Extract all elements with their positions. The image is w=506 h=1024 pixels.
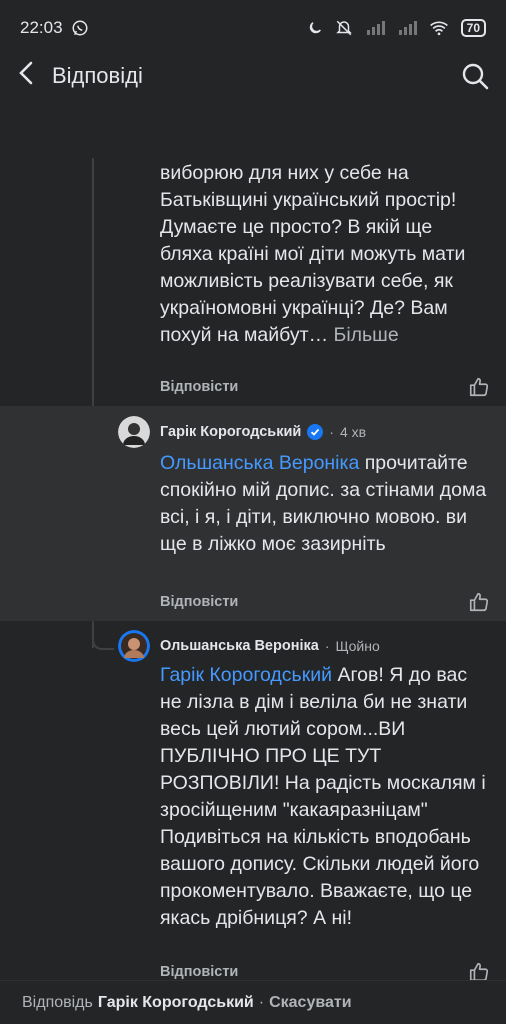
avatar[interactable] (118, 416, 150, 448)
reply-context-bar: Відповідь Гарік Корогодський · Скасувати (0, 980, 506, 1024)
comment-actions: Відповісти (160, 588, 490, 616)
comment-header: Ольшанська Вероніка · Щойно (118, 630, 380, 662)
comment-body: Ольшанська Вероніка прочитайте спокійно … (160, 450, 488, 558)
search-icon[interactable] (460, 61, 490, 91)
comment-time: 4 хв (339, 424, 367, 440)
comment-header: Гарік Корогодський · 4 хв (118, 416, 366, 448)
whatsapp-icon (72, 20, 88, 36)
reply-button[interactable]: Відповісти (160, 964, 238, 980)
comment-body: виборюю для них у себе на Батьківщині ук… (160, 160, 488, 349)
comment-separator: · (329, 424, 334, 440)
reply-button[interactable]: Відповісти (160, 594, 238, 610)
author-name[interactable]: Гарік Корогодський (160, 424, 301, 440)
reply-prefix: Відповідь (22, 993, 93, 1011)
like-icon[interactable] (468, 376, 490, 398)
mention-link[interactable]: Ольшанська Вероніка (160, 452, 359, 474)
like-icon[interactable] (468, 591, 490, 613)
author-name[interactable]: Ольшанська Вероніка (160, 638, 319, 654)
reply-separator: · (258, 993, 265, 1011)
see-more-link[interactable]: Більше (334, 324, 399, 346)
signal-icon-1 (366, 21, 385, 35)
status-bar: 22:03 70 (0, 0, 506, 56)
signal-icon-2 (398, 21, 417, 35)
verified-badge-icon (307, 424, 324, 440)
page-title: Відповіді (52, 63, 143, 88)
reply-target-name: Гарік Корогодський (97, 993, 254, 1011)
comment-actions: Відповісти (160, 373, 490, 401)
reply-button[interactable]: Відповісти (160, 379, 238, 395)
battery-indicator: 70 (460, 19, 486, 37)
thread-branch (92, 636, 114, 650)
avatar[interactable] (118, 630, 150, 662)
comment-text: Агов! Я до вас не лізла в дім і веліла б… (160, 664, 486, 929)
comment-text: виборюю для них у себе на Батьківщині ук… (160, 162, 466, 346)
mention-link[interactable]: Гарік Корогодський (160, 664, 332, 686)
comment-separator: · (324, 638, 330, 654)
mute-icon (335, 20, 352, 36)
wifi-icon (429, 21, 448, 36)
status-time: 22:03 (20, 18, 63, 37)
back-arrow-icon[interactable] (16, 60, 52, 93)
comment-time: Щойно (335, 638, 380, 654)
app-bar: Відповіді (0, 56, 506, 96)
comment-body: Гарік Корогодський Агов! Я до вас не ліз… (160, 662, 488, 932)
moon-icon (309, 22, 321, 34)
cancel-reply-button[interactable]: Скасувати (269, 994, 351, 1012)
